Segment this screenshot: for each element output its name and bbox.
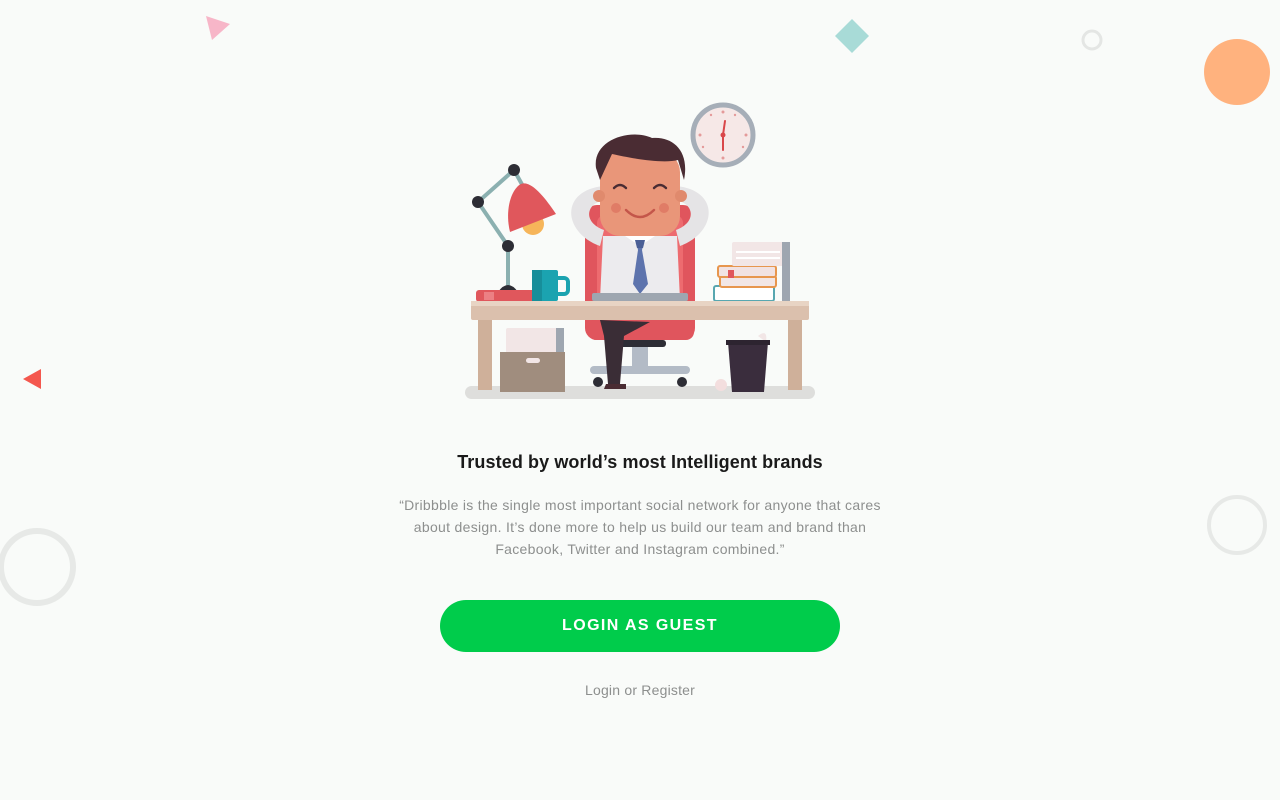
pink-triangle-decoration	[206, 16, 230, 40]
office-worker-illustration	[465, 102, 815, 399]
chair-wheel	[677, 377, 687, 387]
desk-leg-left	[478, 320, 492, 390]
laptop	[592, 293, 688, 301]
chair-wheel	[593, 377, 603, 387]
or-separator: or	[624, 682, 638, 698]
headline: Trusted by world’s most Intelligent bran…	[457, 452, 823, 472]
login-as-guest-button[interactable]: LOGIN AS GUEST	[440, 600, 840, 652]
small-ring-decoration	[1081, 29, 1103, 51]
login-register-links: Login or Register	[0, 682, 1280, 698]
large-ring-right-decoration	[1207, 495, 1267, 555]
person-head	[593, 134, 687, 236]
onboarding-page: Trusted by world’s most Intelligent bran…	[0, 0, 1280, 800]
clock-icon	[690, 102, 756, 168]
mug-icon	[532, 270, 570, 301]
testimonial-quote: “Dribbble is the single most important s…	[399, 497, 881, 557]
red-triangle-decoration	[23, 369, 41, 389]
teal-diamond-decoration	[835, 19, 869, 53]
register-link[interactable]: Register	[641, 682, 695, 698]
wastebasket-icon	[715, 333, 770, 392]
orange-circle-decoration	[1204, 39, 1270, 105]
login-link[interactable]: Login	[585, 682, 620, 698]
large-ring-left-decoration	[0, 528, 76, 606]
storage-box	[500, 328, 565, 392]
book-stack	[713, 242, 790, 302]
desk-leg-right	[788, 320, 802, 390]
